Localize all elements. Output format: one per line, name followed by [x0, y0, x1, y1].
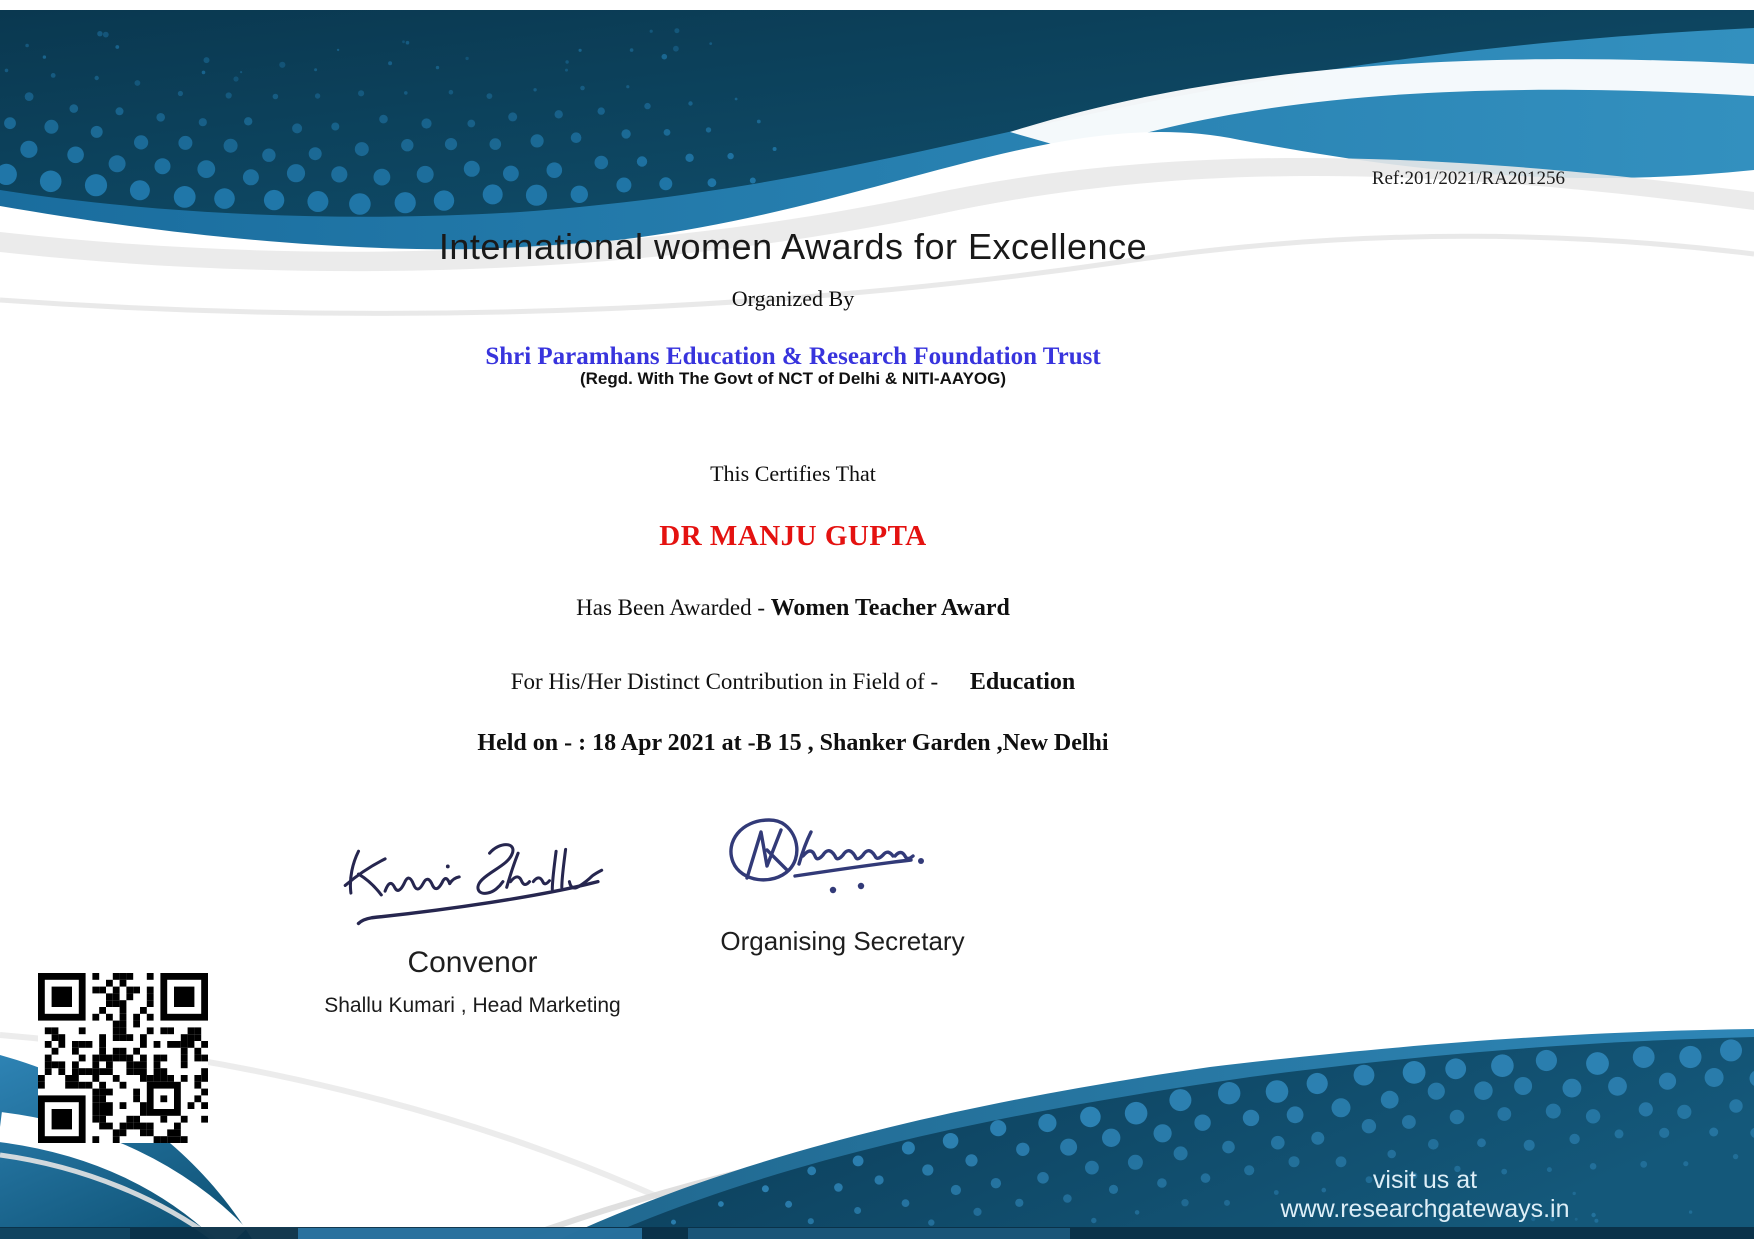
organized-by-label: Organized By: [731, 286, 855, 311]
award-line: Has Been Awarded - Women Teacher Award: [0, 595, 1586, 622]
registration-note: (Regd. With The Govt of NCT of Delhi & N…: [579, 369, 1007, 388]
field-prefix: For His/Her Distinct Contribution in Fie…: [510, 669, 944, 694]
top-wave-decoration: [0, 10, 1754, 330]
event-details-line: Held on - : 18 Apr 2021 at -B 15 , Shank…: [477, 730, 1109, 756]
website-note: visit us at www.researchgateways.in: [1280, 1166, 1570, 1223]
halftone-dots-top: [0, 28, 777, 215]
organising-secretary-role-label: Organising Secretary: [720, 926, 965, 956]
reference-number: Ref:201/2021/RA201256: [1371, 168, 1565, 189]
signature-organising-secretary: [729, 818, 924, 894]
certifies-label: This Certifies That: [710, 461, 876, 486]
certificate-title: International women Awards for Excellenc…: [438, 226, 1148, 267]
award-name: Women Teacher Award: [770, 595, 1010, 621]
organization-name: Shri Paramhans Education & Research Foun…: [485, 343, 1101, 370]
award-prefix: Has Been Awarded -: [576, 595, 771, 620]
convenor-role-label: Convenor: [407, 946, 538, 979]
field-line: For His/Her Distinct Contribution in Fie…: [0, 669, 1586, 696]
qr-code: [38, 973, 208, 1143]
recipient-name: DR MANJU GUPTA: [659, 520, 927, 552]
convenor-name-label: Shallu Kumari , Head Marketing: [324, 994, 621, 1017]
signature-convenor: [343, 843, 604, 926]
certificate-page: Ref:201/2021/RA201256 International wome…: [0, 0, 1754, 1239]
field-value: Education: [969, 669, 1076, 695]
